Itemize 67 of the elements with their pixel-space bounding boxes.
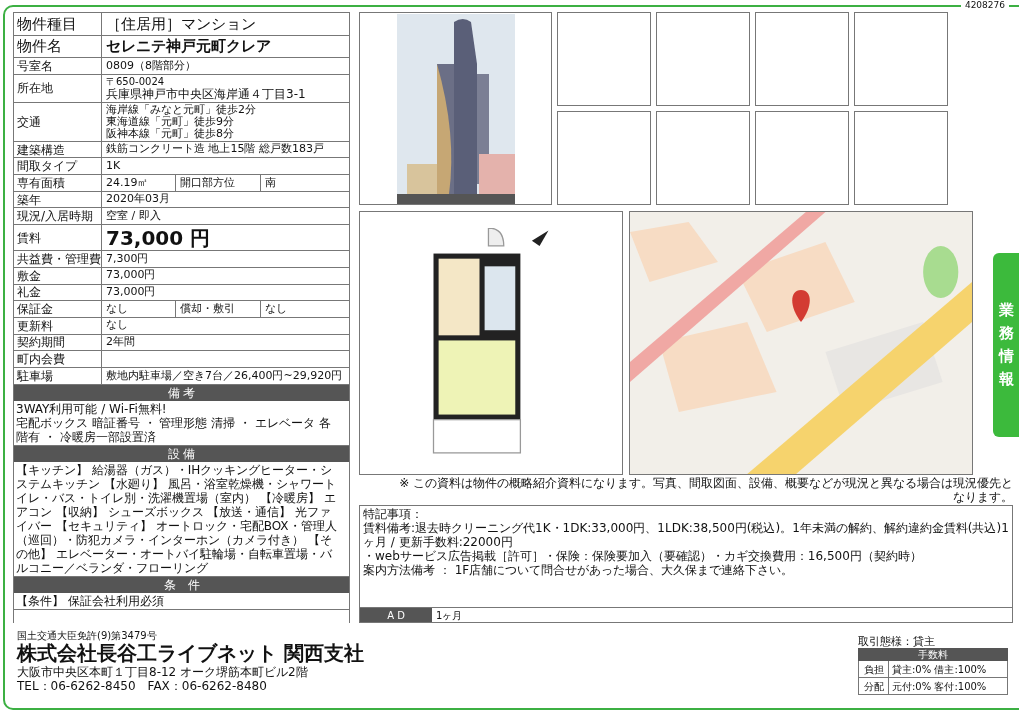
field-label: 間取タイプ: [14, 158, 102, 175]
field-label: 償却・敷引: [176, 301, 261, 317]
section-text: 3WAY利用可能 / Wi-Fi無料!: [16, 401, 168, 416]
field-value: なし: [102, 301, 176, 317]
field-label: 専有面積: [14, 175, 102, 191]
section-text: 宅配ボックス 暗証番号 ・ 管理形態 清掃 ・ エレベータ 各階有 ・ 冷暖房一部設置済: [16, 415, 332, 444]
fee-value: 貸主:0% 借主:100%: [891, 662, 988, 677]
ad-label: A D: [360, 608, 432, 622]
field-value: 24.19㎡: [102, 175, 176, 191]
field-label: 現況/入居時期: [14, 208, 102, 225]
field-label: 物件名: [14, 35, 102, 57]
field-label: 賃料: [14, 225, 102, 251]
field-label: 号室名: [14, 58, 102, 74]
field-label: 更新料: [14, 317, 102, 334]
fee-label: 負担: [859, 661, 889, 677]
phone-text: TEL：06-6262-8450 FAX：06-6262-8480: [17, 680, 268, 692]
field-value: なし: [105, 317, 129, 334]
field-label: 所在地: [14, 74, 102, 102]
fee-heading: 手数料: [858, 648, 1008, 661]
field-value: 海岸線「みなと元町」徒歩2分: [106, 103, 256, 116]
field-value: 兵庫県神戸市中央区海岸通４丁目3-1: [106, 87, 306, 100]
fee-label: 分配: [859, 678, 889, 694]
field-value: セレニテ神戸元町クレア: [105, 36, 272, 57]
field-value: 2020年03月: [105, 191, 171, 208]
field-value: 南: [264, 175, 277, 191]
field-value: 敷地内駐車場／空き7台／26,400円~29,920円: [105, 367, 344, 384]
field-label: 築年: [14, 191, 102, 208]
postal-code: 〒650-0024: [106, 76, 166, 87]
notes-text: 特記事項：: [363, 507, 424, 521]
side-tab[interactable]: 業務情報: [993, 253, 1019, 437]
section-text: 【キッチン】 給湯器（ガス）・IHクッキングヒーター・システムキッチン 【水廻り】 風呂・浴室乾燥機・シャワートイレ・バス・トイレ別・洗濯機置場（室内） 【冷暖房】 エアコン 【収納】 シューズボックス 【放送・通信】 光ファイバー 【セキュリティ】 オートロック・宅配BOX・管理人（巡回）・防犯カメラ・インターホン（カメラ付き） 【その他】 エレベーター・オートバイ駐輪場・自転車置場・バルコニー／ベランダ・フローリング: [16, 462, 338, 575]
field-value: 73,000円: [105, 267, 157, 284]
field-label: 町内会費: [14, 351, 102, 367]
notes-text: 賃料備考:退去時クリーニング代1K・1DK:33,000円、1LDK:38,500円(税込)。1年未満の解約、解約違約金賃料(共込)1ヶ月 / 更新手数料:22000円: [363, 521, 1009, 549]
fee-value: 元付:0% 客付:100%: [891, 679, 988, 694]
field-value: なし: [264, 301, 288, 317]
field-value: 7,300円: [105, 251, 150, 267]
field-label: 保証金: [14, 301, 102, 317]
field-value: 0809（8階部分）: [105, 58, 197, 74]
section-text: 【条件】 保証会社利用必須: [16, 593, 165, 608]
field-label: 開口部方位: [176, 175, 261, 191]
field-label: 物件種目: [14, 13, 102, 35]
field-value: 東海道線「元町」徒歩9分: [106, 115, 234, 128]
field-value: ［住居用］マンション: [105, 13, 257, 35]
field-value: 阪神本線「元町」徒歩8分: [106, 127, 235, 140]
rent-value: 73,000 円: [105, 225, 212, 251]
field-label: 共益費・管理費: [14, 251, 102, 267]
transaction-type: 取引態様：貸主: [858, 635, 936, 648]
field-label: 建築構造: [14, 141, 102, 158]
ad-value: 1ヶ月: [435, 608, 464, 622]
field-value: 空室 / 即入: [105, 208, 162, 225]
field-label: 礼金: [14, 284, 102, 301]
field-value: 鉄筋コンクリート造 地上15階 総戸数183戸: [105, 141, 325, 158]
field-value: 1K: [105, 158, 122, 174]
field-label: 契約期間: [14, 334, 102, 351]
address-text: 大阪市中央区本町１丁目8-12 オーク堺筋本町ビル2階: [17, 666, 309, 678]
notes-text: 案内方法備考 ： 1F店舗について問合せがあった場合、大久保まで連絡下さい。: [363, 563, 795, 577]
reference-number: 4208276: [960, 0, 1009, 10]
field-label: 敷金: [14, 267, 102, 284]
license-text: 国土交通大臣免許(9)第3479号: [17, 631, 158, 641]
field-label: 交通: [14, 102, 102, 141]
company-name: 株式会社長谷工ライブネット 関西支社: [17, 643, 364, 663]
field-label: 駐車場: [14, 367, 102, 384]
field-value: 2年間: [105, 334, 136, 351]
notes-text: ・webサービス広告掲載［許可］・保険：保険要加入（要確認）・カギ交換費用：16,500円（契約時）: [363, 549, 923, 563]
field-value: 73,000円: [105, 284, 157, 301]
disclaimer-text: ※ この資料は物件の概略紹介資料になります。写真、間取図面、設備、概要などが現況と異なる場合は現況優先となります。: [398, 476, 1013, 504]
